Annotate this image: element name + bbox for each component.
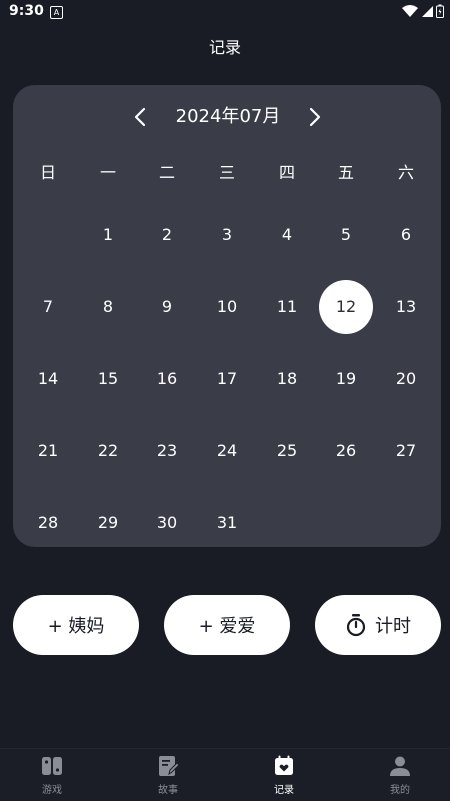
calendar-day[interactable]: 8 [81, 280, 135, 334]
wifi-icon [402, 4, 418, 17]
timer-label: 计时 [375, 616, 411, 637]
add-period-label: + 姨妈 [47, 616, 105, 637]
calendar-day[interactable]: 25 [260, 424, 314, 478]
calendar-day[interactable]: 23 [140, 424, 194, 478]
nav-item-profile[interactable]: 我的 [370, 755, 430, 796]
calendar-day[interactable]: 7 [21, 280, 75, 334]
calendar-day[interactable]: 19 [319, 352, 373, 406]
weekday-label: 一 [99, 163, 116, 182]
weekday-label: 六 [397, 163, 414, 182]
nav-item-game[interactable]: 游戏 [22, 755, 82, 796]
battery-icon [436, 4, 444, 18]
calendar-day[interactable]: 20 [379, 352, 433, 406]
game-icon [42, 757, 62, 775]
calendar-day[interactable]: 27 [379, 424, 433, 478]
nav-item-story[interactable]: 故事 [138, 755, 198, 796]
nav-item-record[interactable]: 记录 [254, 755, 314, 796]
chevron-left-icon[interactable] [129, 105, 153, 129]
calendar-month-label: 2024年07月 [175, 106, 281, 127]
weekday-label: 日 [39, 163, 56, 182]
calendar-day[interactable]: 29 [81, 496, 135, 550]
calendar-day-selected[interactable]: 12 [319, 280, 373, 334]
calendar-card: 2024年07月 日 一 二 三 四 五 六 1 2 3 4 5 6 7 8 9… [13, 85, 441, 547]
chevron-right-icon[interactable] [302, 105, 326, 129]
page-title: 记录 [208, 38, 241, 57]
nav-label: 故事 [158, 785, 178, 796]
calendar-day[interactable]: 6 [379, 208, 433, 262]
weekday-label: 三 [218, 163, 235, 182]
signal-icon [422, 5, 433, 17]
calendar-day[interactable]: 28 [21, 496, 75, 550]
nav-label: 记录 [274, 785, 294, 796]
add-love-button[interactable]: + 爱爱 [164, 595, 290, 655]
calendar-day[interactable]: 2 [140, 208, 194, 262]
add-love-label: + 爱爱 [198, 616, 256, 637]
calendar-day[interactable]: 3 [200, 208, 254, 262]
calendar-header: 2024年07月 [13, 105, 441, 129]
story-icon [159, 756, 179, 776]
weekday-label: 四 [278, 163, 295, 182]
calendar-day[interactable]: 9 [140, 280, 194, 334]
add-period-button[interactable]: + 姨妈 [13, 595, 139, 655]
calendar-day[interactable]: 1 [81, 208, 135, 262]
calendar-day[interactable]: 11 [260, 280, 314, 334]
calendar-day[interactable]: 13 [379, 280, 433, 334]
calendar-day[interactable]: 24 [200, 424, 254, 478]
timer-button[interactable]: 计时 [315, 595, 441, 655]
status-time: 9:30 [9, 3, 44, 19]
calendar-day[interactable]: 17 [200, 352, 254, 406]
calendar-day[interactable]: 4 [260, 208, 314, 262]
weekday-label: 二 [158, 163, 175, 182]
nav-label: 我的 [390, 785, 410, 796]
calendar-day[interactable]: 14 [21, 352, 75, 406]
calendar-day[interactable]: 18 [260, 352, 314, 406]
status-bar: 9:30 A [0, 0, 450, 24]
stopwatch-icon [346, 614, 366, 637]
calendar-day[interactable]: 15 [81, 352, 135, 406]
calendar-day[interactable]: 22 [81, 424, 135, 478]
calendar-day[interactable]: 31 [200, 496, 254, 550]
calendar-day[interactable]: 30 [140, 496, 194, 550]
calendar-day[interactable]: 26 [319, 424, 373, 478]
notification-icon: A [50, 6, 63, 19]
calendar-day[interactable]: 16 [140, 352, 194, 406]
calendar-icon [275, 755, 293, 775]
calendar-day[interactable]: 5 [319, 208, 373, 262]
bottom-nav: 游戏 故事 记录 我的 [0, 748, 450, 801]
calendar-day[interactable]: 21 [21, 424, 75, 478]
profile-icon [390, 756, 410, 776]
calendar-day[interactable]: 10 [200, 280, 254, 334]
weekday-label: 五 [337, 163, 354, 182]
nav-label: 游戏 [42, 785, 62, 796]
